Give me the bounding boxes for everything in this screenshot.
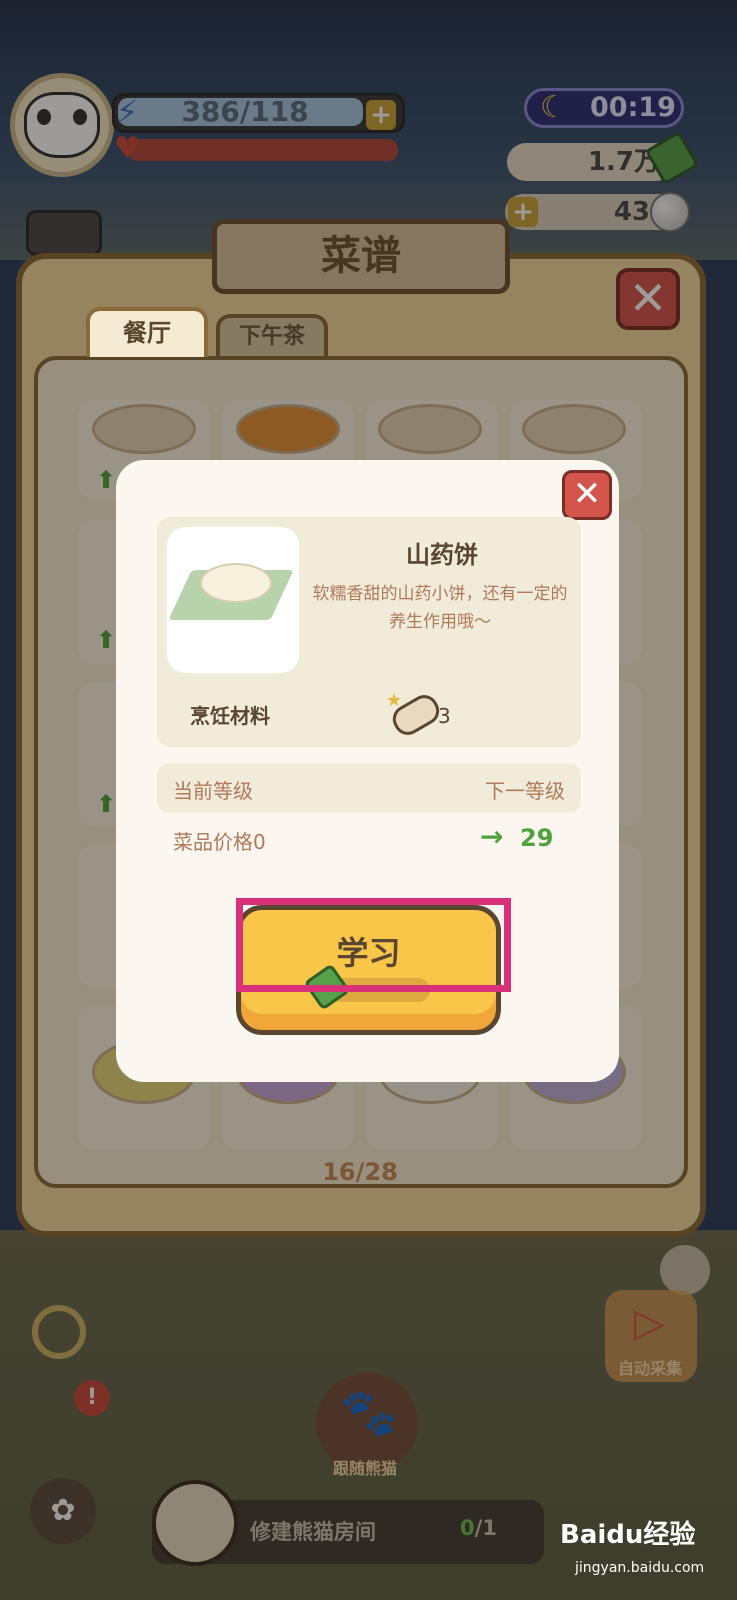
baidu-watermark: Baidu经验 xyxy=(560,1520,696,1550)
next-level-label: 下一等级 xyxy=(485,779,565,803)
next-price: 29 xyxy=(520,824,554,852)
watermark-url: jingyan.baidu.com xyxy=(575,1560,705,1576)
dish-description: 软糯香甜的山药小饼，还有一定的养生作用哦～ xyxy=(312,584,568,632)
close-modal-button[interactable]: ✕ xyxy=(562,470,612,520)
tab-restaurant[interactable]: 餐厅 xyxy=(86,307,208,357)
current-level-label: 当前等级 xyxy=(173,779,253,803)
tutorial-highlight xyxy=(236,898,511,992)
ingredient-label: 烹饪材料 xyxy=(190,704,270,728)
price-label: 菜品价格0 xyxy=(173,830,266,854)
yam-cake-icon xyxy=(200,563,272,603)
ingredient-count: 3 xyxy=(438,704,451,728)
star-icon: ★ xyxy=(386,690,403,711)
arrow-right-icon: → xyxy=(480,820,504,853)
dish-name: 山药饼 xyxy=(406,541,478,569)
